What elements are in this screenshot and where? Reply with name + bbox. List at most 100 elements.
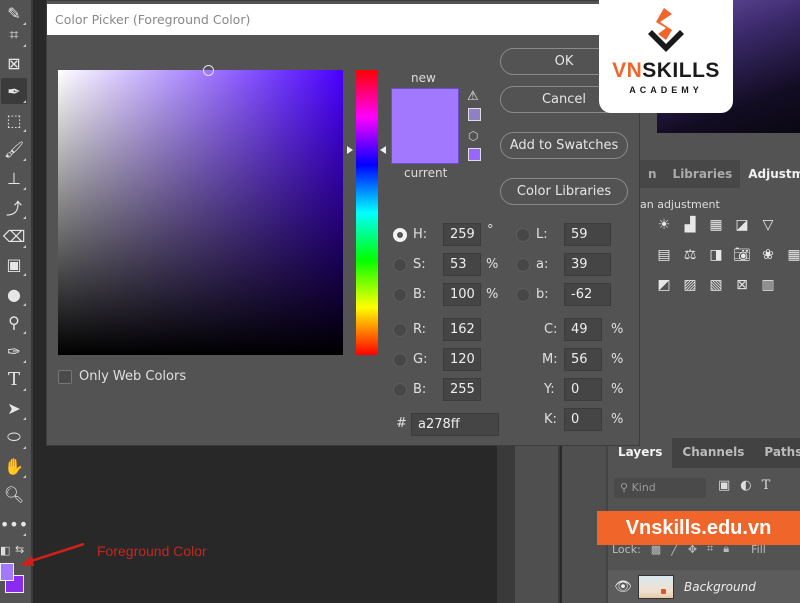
crop-tool[interactable]: ⌗ [1,22,27,48]
pen-tool[interactable]: ✑ [1,338,27,364]
tab-channels[interactable]: Channels [672,438,754,468]
radio-lightness[interactable] [516,228,530,242]
blur-tool[interactable]: ● [1,281,27,307]
brightness-input[interactable]: 100 [443,283,481,306]
tab-libraries[interactable]: Libraries [664,160,741,188]
type-icon: T [7,368,20,390]
foreground-color-swatch[interactable] [0,563,14,581]
logo-vn: VN [612,59,643,82]
hue-input[interactable]: 259 [443,223,481,246]
red-label: R: [413,322,427,337]
lab-b-label: b: [536,287,549,302]
web-safe-swatch[interactable] [468,148,481,161]
selective-color-icon[interactable]: ⊠ [733,276,751,294]
adjustments-row-3: ◩ ▨ ▧ ⊠ ▥ [655,276,777,294]
dodge-tool[interactable]: ⚲ [1,309,27,335]
arrow-cursor-icon: ➤ [7,398,21,418]
photo-filter-icon[interactable]: 📷︎ [733,246,751,264]
brush-icon: 🖌 [3,139,25,159]
radio-red[interactable] [393,323,407,337]
radio-lab-b[interactable] [516,288,530,302]
crop-icon: ⌗ [9,25,19,44]
type-filter-icon[interactable]: T [762,478,771,493]
radio-green[interactable] [393,353,407,367]
hue-slider-handle-right[interactable] [380,145,386,154]
hand-tool[interactable]: ✋ [1,453,27,479]
percent-unit: % [611,382,624,397]
hex-input[interactable]: a278ff [411,413,499,436]
radio-saturation[interactable] [393,258,407,272]
lab-b-input[interactable]: -62 [564,283,611,306]
more-tools-button[interactable]: ••• [0,511,28,537]
type-tool[interactable]: T [1,366,27,392]
saturation-brightness-field[interactable] [58,70,343,355]
eyedropper-tool[interactable]: ✒ [1,78,27,104]
layer-row[interactable]: 👁︎ Background [608,570,800,603]
radio-lab-a[interactable] [516,258,530,272]
color-field-cursor[interactable] [203,65,214,76]
frame-tool[interactable]: ⊠ [1,50,27,76]
vnskills-logo-mark-icon [648,8,684,52]
channel-mixer-icon[interactable]: ❀ [759,246,777,264]
saturation-input[interactable]: 53 [443,253,481,276]
color-libraries-button[interactable]: Color Libraries [500,178,628,205]
hue-slider-handle-left[interactable] [347,145,353,154]
current-color-swatch[interactable] [392,125,458,163]
percent-unit: % [486,257,499,272]
layer-filter-kind[interactable]: ⚲ Kind [614,478,706,498]
history-brush-tool[interactable]: ⤴ [1,194,27,220]
yellow-input[interactable]: 0 [564,378,602,401]
radio-brightness[interactable] [393,288,407,302]
web-safe-warning-icon[interactable]: ⬡ [468,129,478,143]
zoom-tool[interactable]: 🔍︎ [1,481,27,507]
tab-paths[interactable]: Paths [754,438,800,468]
eraser-tool[interactable]: ⌫ [1,223,27,249]
brush-tool[interactable]: 🖌 [1,136,27,162]
vibrance-icon[interactable]: ▽ [759,216,777,234]
lab-l-input[interactable]: 59 [564,223,611,246]
threshold-icon[interactable]: ▧ [707,276,725,294]
dialog-titlebar[interactable]: Color Picker (Foreground Color) [47,4,639,35]
black-input[interactable]: 0 [564,408,602,431]
gradient-tool[interactable]: ▣ [1,251,27,277]
levels-icon[interactable]: ▟ [681,216,699,234]
color-lookup-icon[interactable]: ▦ [785,246,800,264]
ellipse-tool[interactable]: ⬭ [1,424,27,450]
search-icon: ⚲ [620,481,632,494]
radio-hue[interactable] [393,228,407,242]
tab-partial[interactable]: n [640,160,665,188]
blue-input[interactable]: 255 [443,378,481,401]
out-of-gamut-warning-icon[interactable]: ⚠ [467,89,479,104]
eye-icon[interactable]: 👁︎ [608,579,638,595]
brightness-contrast-icon[interactable]: ☀ [655,216,673,234]
gamut-corrected-swatch[interactable] [468,108,481,121]
exposure-icon[interactable]: ◪ [733,216,751,234]
default-colors-icon[interactable]: ◧ [0,544,10,557]
curves-icon[interactable]: ▦ [707,216,725,234]
color-balance-icon[interactable]: ⚖ [681,246,699,264]
only-web-colors-checkbox[interactable] [58,370,72,384]
radio-blue[interactable] [393,383,407,397]
red-input[interactable]: 162 [443,318,481,341]
clone-stamp-tool[interactable]: ⊥ [1,165,27,191]
path-selection-tool[interactable]: ➤ [1,395,27,421]
adjustment-filter-icon[interactable]: ◐ [740,478,751,493]
object-selection-tool[interactable]: ⬚ [1,107,27,133]
black-white-icon[interactable]: ◨ [707,246,725,264]
invert-icon[interactable]: ◩ [655,276,673,294]
tab-adjustments[interactable]: Adjustments [740,160,800,188]
green-input[interactable]: 120 [443,348,481,371]
posterize-icon[interactable]: ▨ [681,276,699,294]
hue-slider[interactable] [356,70,378,355]
logo-wordmark: VNSKILLS [612,60,720,81]
lab-a-input[interactable]: 39 [564,253,611,276]
image-filter-icon[interactable]: ▣ [718,478,730,493]
hue-saturation-icon[interactable]: ▤ [655,246,673,264]
lab-l-label: L: [536,227,548,242]
gradient-map-icon[interactable]: ▥ [759,276,777,294]
add-to-swatches-button[interactable]: Add to Swatches [500,132,628,159]
magenta-input[interactable]: 56 [564,348,602,371]
hex-label: # [396,416,407,431]
drop-icon: ● [7,284,21,304]
cyan-input[interactable]: 49 [564,318,602,341]
